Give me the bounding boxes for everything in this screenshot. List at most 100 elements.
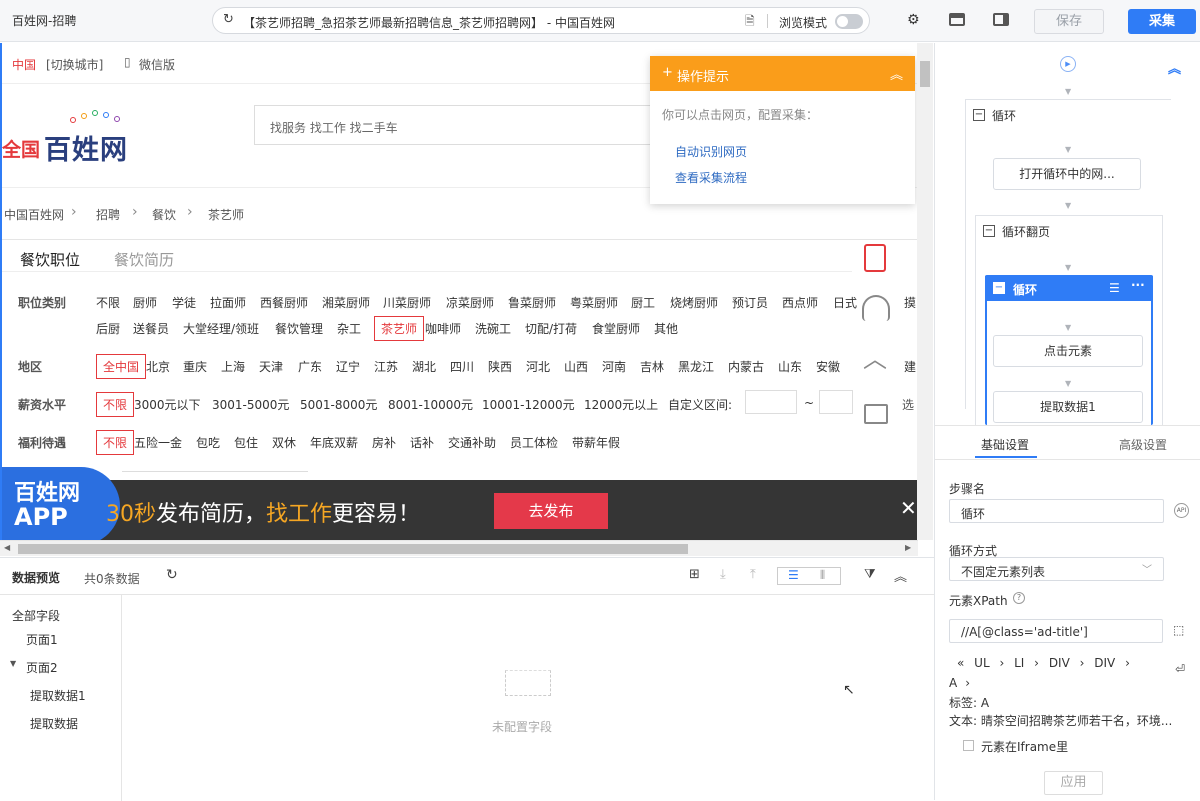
filter-option[interactable]: 餐饮管理 <box>275 320 323 337</box>
filter-option[interactable]: 3000元以下 <box>134 396 201 413</box>
filter-option[interactable]: 不限 <box>96 430 135 455</box>
filter-option[interactable]: 不限 <box>96 294 120 311</box>
tab-advanced-settings[interactable]: 高级设置 <box>1119 436 1167 453</box>
filter-option[interactable]: 8001-10000元 <box>388 396 473 413</box>
filter-option[interactable]: 广东 <box>298 358 322 375</box>
filter-option[interactable]: 洗碗工 <box>475 320 511 337</box>
switch-city-link[interactable]: [切换城市] <box>46 56 103 73</box>
filter-option[interactable]: 双休 <box>272 434 296 451</box>
filter-option[interactable]: 包住 <box>234 434 258 451</box>
field-tree-page1[interactable]: 页面1 <box>26 631 58 648</box>
filter-option[interactable]: 吉林 <box>640 358 664 375</box>
filter-option[interactable]: 厨师 <box>133 294 157 311</box>
filter-option[interactable]: 不限 <box>96 392 135 417</box>
filter-option[interactable]: 辽宁 <box>336 358 360 375</box>
salary-more[interactable]: 选 <box>902 396 914 413</box>
tablet-icon[interactable] <box>864 244 886 272</box>
filter-option[interactable]: 山东 <box>778 358 802 375</box>
filter-option[interactable]: 凉菜厨师 <box>446 294 494 311</box>
filter-option[interactable]: 交通补助 <box>448 434 496 451</box>
filter-option[interactable]: 五险一金 <box>134 434 182 451</box>
filter-option[interactable]: 食堂厨师 <box>592 320 640 337</box>
filter-option[interactable]: 房补 <box>372 434 396 451</box>
filter-option[interactable]: 河南 <box>602 358 626 375</box>
filter-option[interactable]: 12000元以上 <box>584 396 658 413</box>
filter-option[interactable]: 烧烤厨师 <box>670 294 718 311</box>
field-tree-extract1[interactable]: 提取数据1 <box>30 687 86 704</box>
iframe-checkbox-label[interactable]: 元素在Iframe里 <box>981 738 1068 755</box>
filter-option[interactable]: 预订员 <box>732 294 768 311</box>
filter-option[interactable]: 大堂经理/领班 <box>183 320 259 337</box>
play-icon[interactable]: ▶ <box>1060 56 1076 72</box>
collect-button[interactable]: 采集 <box>1128 9 1196 34</box>
refresh-icon[interactable]: ↻ <box>166 567 178 583</box>
xpath-path[interactable]: « UL › LI › DIV › DIV › <box>957 656 1130 670</box>
filter-option[interactable]: 后厨 <box>96 320 120 337</box>
filter-option[interactable]: 员工体检 <box>510 434 558 451</box>
scroll-thumb[interactable] <box>920 61 930 87</box>
wechat-link[interactable]: 微信版 <box>139 56 175 73</box>
filter-option[interactable]: 粤菜厨师 <box>570 294 618 311</box>
close-icon[interactable]: ✕ <box>900 496 917 520</box>
breadcrumb-item[interactable]: 招聘 <box>96 206 120 223</box>
filter-option[interactable]: 拉面师 <box>210 294 246 311</box>
horizontal-scrollbar[interactable]: ◀ ▶ <box>0 540 918 556</box>
expand-icon[interactable]: ▼ <box>10 659 16 668</box>
filter-option[interactable]: 茶艺师 <box>374 316 425 341</box>
filter-option[interactable]: 陕西 <box>488 358 512 375</box>
import-icon[interactable]: ⤓ <box>720 567 726 582</box>
scroll-thumb[interactable] <box>18 544 688 554</box>
tab-basic-settings[interactable]: 基础设置 <box>981 436 1029 453</box>
filter-option[interactable]: 重庆 <box>183 358 207 375</box>
filter-option[interactable]: 摸 <box>904 294 916 311</box>
web-page-view[interactable]: 中国 [切换城市] ▯ 微信版 全国 百姓网 找服务 找工作 找二手车 中国百姓… <box>0 43 918 540</box>
add-field-icon[interactable]: ⊞ <box>689 567 700 582</box>
return-icon[interactable]: ⏎ <box>1175 662 1185 676</box>
filter-option[interactable]: 5001-8000元 <box>300 396 377 413</box>
breadcrumb-item[interactable]: 茶艺师 <box>208 206 244 223</box>
collapse-panel-icon[interactable]: ︽ <box>894 566 907 585</box>
tips-header[interactable]: + 操作提示 ︽ <box>650 56 915 91</box>
filter-option[interactable]: 杂工 <box>337 320 361 337</box>
apply-button[interactable]: 应用 <box>1044 771 1103 795</box>
filter-option[interactable]: 全中国 <box>96 354 147 379</box>
filter-option[interactable]: 湘菜厨师 <box>322 294 370 311</box>
filter-option[interactable]: 建 <box>904 358 916 375</box>
layout-side-icon[interactable] <box>993 13 1009 26</box>
filter-option[interactable]: 内蒙古 <box>728 358 764 375</box>
view-flow-link[interactable]: 查看采集流程 <box>675 169 747 186</box>
filter-option[interactable]: 黑龙江 <box>678 358 714 375</box>
help-icon[interactable]: ? <box>1013 592 1025 604</box>
list-icon[interactable]: ☰ <box>1109 281 1120 295</box>
filter-option[interactable]: 西餐厨师 <box>260 294 308 311</box>
xpath-input[interactable]: //A[@class='ad-title'] <box>949 619 1163 643</box>
region-current[interactable]: 中国 <box>12 56 36 73</box>
back-to-top-icon[interactable]: ︿ <box>863 339 887 374</box>
url-bar[interactable]: ↻ 【茶艺师招聘_急招茶艺师最新招聘信息_茶艺师招聘网】 - 中国百姓网 🗎 浏… <box>212 7 870 34</box>
field-tree-page2[interactable]: 页面2 <box>26 659 58 676</box>
loop-mode-select[interactable]: 不固定元素列表 <box>949 557 1164 581</box>
flow-open-loop-page[interactable]: 打开循环中的网... <box>993 158 1141 190</box>
filter-option[interactable]: 江苏 <box>374 358 398 375</box>
collapse-toggle-icon[interactable]: − <box>973 109 985 121</box>
filter-option[interactable]: 山西 <box>564 358 588 375</box>
pick-element-icon[interactable]: ⬚ <box>1173 623 1184 637</box>
filter-option[interactable]: 带薪年假 <box>572 434 620 451</box>
flow-click-element[interactable]: 点击元素 <box>993 335 1143 367</box>
page-info-icon[interactable]: 🗎 <box>745 12 755 33</box>
filter-option[interactable]: 西点师 <box>782 294 818 311</box>
api-icon[interactable]: API <box>1174 503 1189 518</box>
collapse-icon[interactable]: ︽ <box>890 64 903 83</box>
filter-option[interactable]: 北京 <box>146 358 170 375</box>
layout-top-icon[interactable] <box>949 13 965 26</box>
filter-option[interactable]: 3001-5000元 <box>212 396 289 413</box>
filter-option[interactable]: 河北 <box>526 358 550 375</box>
site-search-input[interactable]: 找服务 找工作 找二手车 <box>254 105 654 145</box>
salary-max-input[interactable] <box>819 390 853 414</box>
filter-option[interactable]: 话补 <box>410 434 434 451</box>
export-icon[interactable]: ⤒ <box>750 567 756 582</box>
filter-option[interactable]: 学徒 <box>172 294 196 311</box>
collapse-up-icon[interactable]: ︽ <box>1168 58 1181 77</box>
filter-option[interactable]: 厨工 <box>631 294 655 311</box>
filter-option[interactable]: 年底双薪 <box>310 434 358 451</box>
